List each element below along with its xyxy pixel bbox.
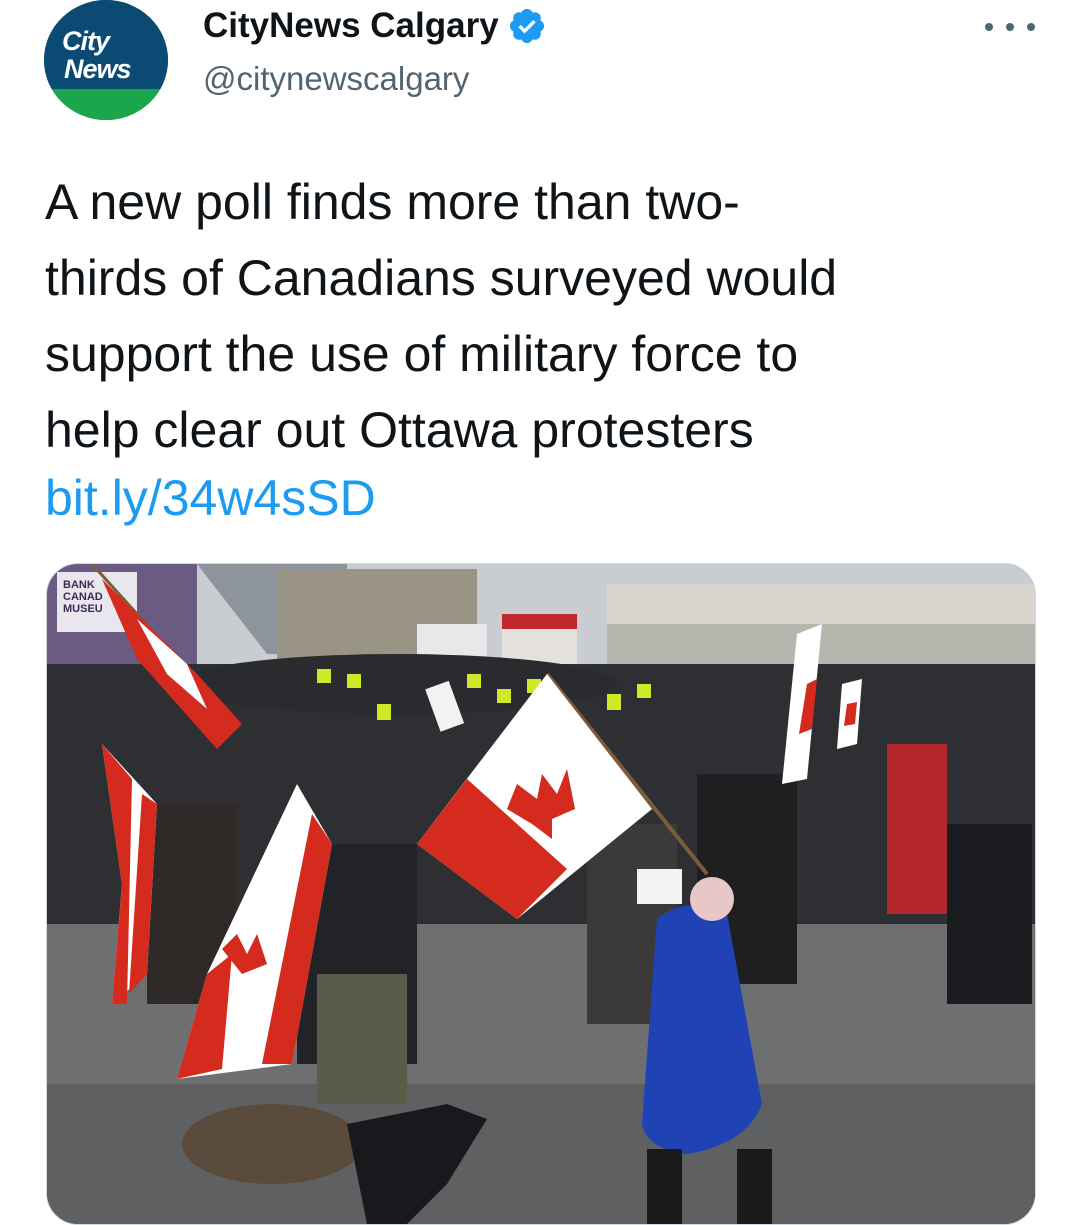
photo-person-red-jacket (887, 744, 947, 914)
photo-manhole (182, 1104, 362, 1184)
photo-sign-line1: BANK (63, 579, 95, 591)
author-display-name[interactable]: CityNews Calgary (203, 6, 499, 46)
avatar-logo-city: City (62, 26, 110, 56)
more-options-icon-dot (1006, 23, 1014, 31)
avatar-logo-news: News (64, 54, 132, 84)
more-options-button[interactable] (985, 12, 1035, 42)
tweet-card[interactable]: City News CityNews Calgary @citynewscalg… (0, 0, 1077, 1225)
tweet-text: A new poll finds more than two- thirds o… (45, 174, 838, 458)
tweet-media-photo[interactable]: BANK CANAD MUSEU (46, 563, 1036, 1225)
photo-sign-line3: MUSEU (63, 603, 103, 615)
verified-badge-icon (507, 6, 547, 46)
author-handle[interactable]: @citynewscalgary (203, 60, 469, 98)
photo-pink-hat (690, 877, 734, 921)
author-name-row: CityNews Calgary (203, 6, 547, 46)
avatar-bottom-band (44, 88, 168, 120)
more-options-icon-dot (1027, 23, 1035, 31)
tweet-link[interactable]: bit.ly/34w4sSD (45, 460, 376, 536)
more-options-icon (985, 23, 993, 31)
protest-photo: BANK CANAD MUSEU (47, 564, 1035, 1224)
photo-small-sign (637, 869, 682, 904)
author-avatar[interactable]: City News (44, 0, 168, 120)
photo-sign-line2: CANAD (63, 591, 103, 603)
